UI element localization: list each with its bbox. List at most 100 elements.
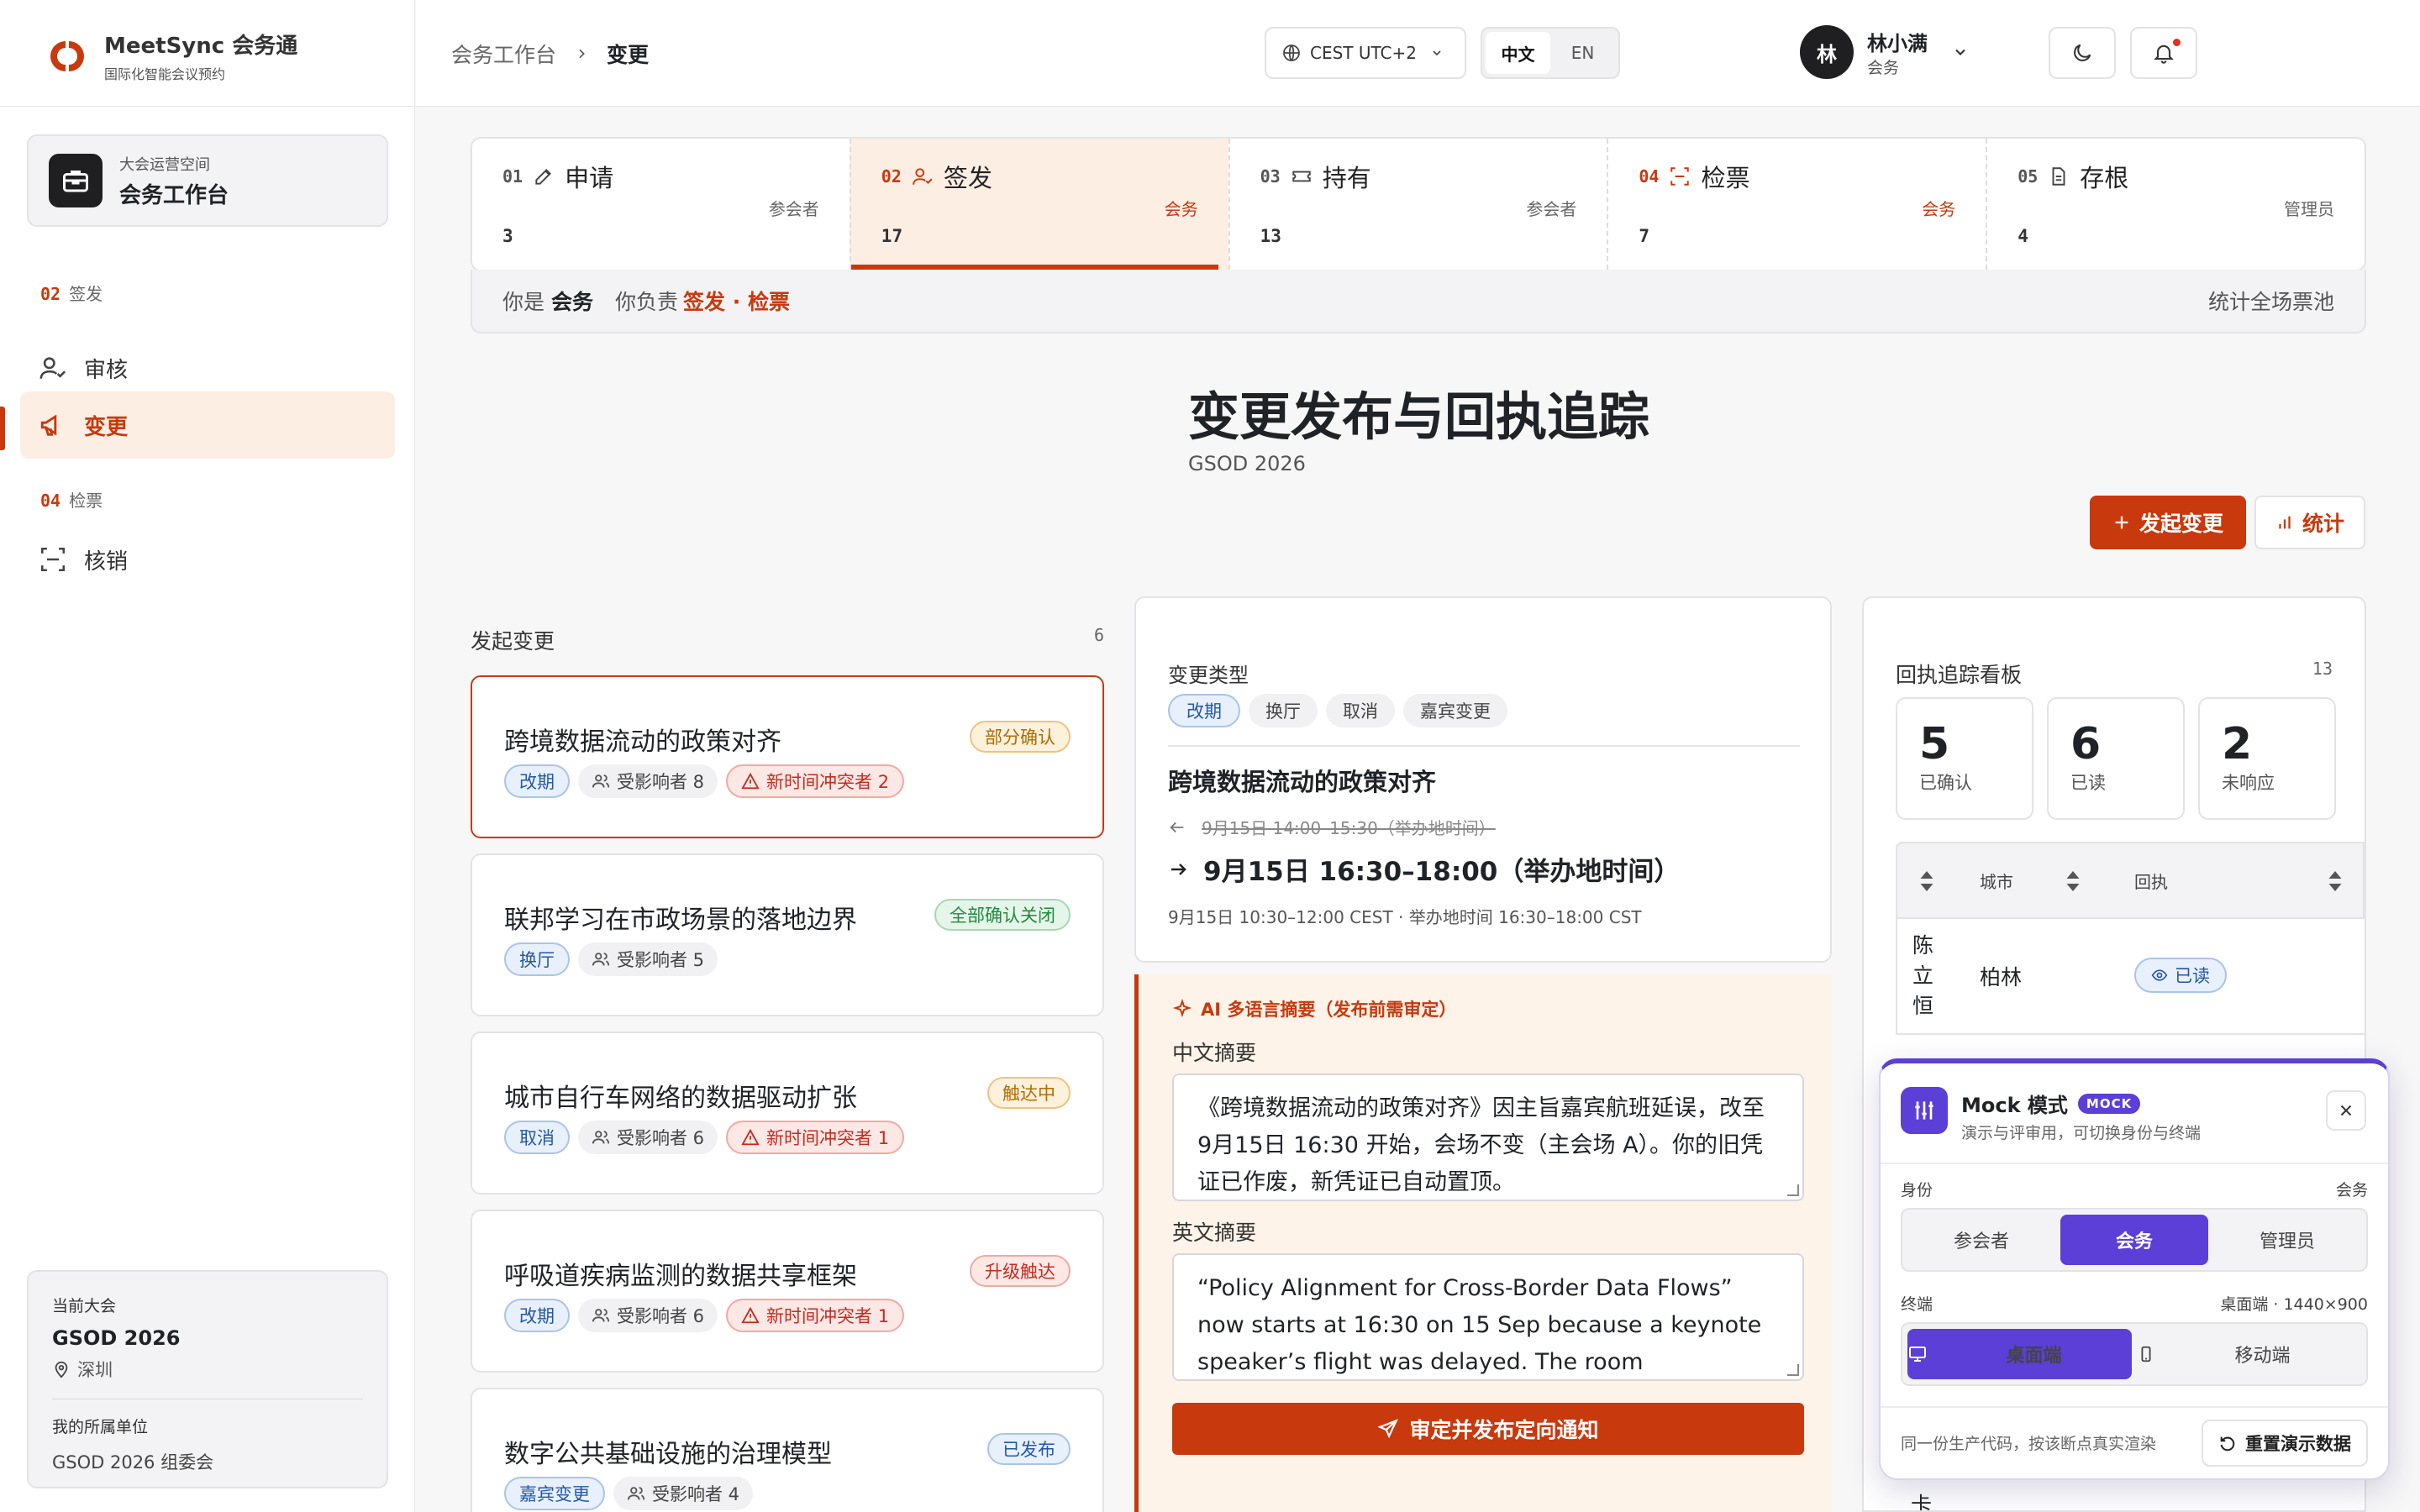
receipt-badge: 已读 <box>2134 958 2227 993</box>
duties-value: 签发 · 检票 <box>683 290 790 314</box>
ai-summary-panel: AI 多语言摘要（发布前需审定） 中文摘要 《跨境数据流动的政策对齐》因主旨嘉宾… <box>1134 974 1832 1512</box>
status-badge: 全部确认关闭 <box>934 899 1071 931</box>
sidebar-item-verify[interactable]: 核销 <box>20 526 395 593</box>
map-pin-icon <box>52 1360 71 1378</box>
theme-toggle-button[interactable] <box>2049 27 2116 79</box>
reset-demo-button[interactable]: 重置演示数据 <box>2202 1420 2368 1467</box>
divider <box>1881 1406 2388 1408</box>
sort-icon[interactable] <box>2328 869 2343 894</box>
affected-tag: 受影响者 4 <box>613 1477 754 1510</box>
start-change-button[interactable]: 发起变更 <box>2090 496 2246 549</box>
breadcrumb-workbench[interactable]: 会务工作台 <box>451 39 556 69</box>
identity-switch: 参会者 会务 管理员 <box>1901 1208 2368 1272</box>
users-icon <box>592 774 610 788</box>
lang-en-option[interactable]: EN <box>1550 32 1615 74</box>
sliders-icon <box>1901 1087 1948 1134</box>
timezone-select[interactable]: CEST UTC+2 <box>1265 27 1466 79</box>
eye-icon <box>2151 969 2168 981</box>
status-badge: 升级触达 <box>970 1255 1071 1287</box>
type-chip-room-change[interactable]: 换厅 <box>1249 694 1318 727</box>
sidebar-item-label: 核销 <box>84 549 129 575</box>
user-name[interactable]: 林小满 <box>1867 27 1928 56</box>
change-card[interactable]: 数字公共基础设施的治理模型 已发布 嘉宾变更 受影响者 4 <box>471 1388 1104 1512</box>
step-apply[interactable]: 01 申请 参会者 3 <box>472 139 850 270</box>
sidebar-item-change[interactable]: 变更 <box>20 391 395 459</box>
change-type-tag: 改期 <box>504 764 570 798</box>
stat-confirmed[interactable]: 5 已确认 <box>1896 697 2033 820</box>
board-header: 回执追踪看板 13 <box>1896 659 2333 689</box>
notification-dot <box>2173 39 2181 46</box>
step-hold[interactable]: 03 持有 参会者 13 <box>1228 139 1607 270</box>
stats-pool-link[interactable]: 统计全场票池 <box>2208 286 2334 316</box>
terminal-value: 桌面端 · 1440×900 <box>2220 1295 2368 1314</box>
sidebar-section-issue: 02 签发 <box>40 284 103 304</box>
list-count: 6 <box>1093 625 1104 645</box>
table-row[interactable]: 陈立恒 柏林 已读 <box>1896 917 2365 1035</box>
approve-publish-button[interactable]: 审定并发布定向通知 <box>1172 1403 1804 1455</box>
workflow-stepper: 01 申请 参会者 3 02 签发 会务 17 03 持有 参会者 13 04 … <box>471 137 2366 271</box>
stat-read[interactable]: 6 已读 <box>2047 697 2185 820</box>
sort-icon[interactable] <box>1919 869 1934 894</box>
avatar[interactable]: 林 <box>1800 25 1854 79</box>
scan-icon <box>1669 165 1691 187</box>
step-name: 检票 <box>1701 164 1750 192</box>
timezone-note: 9月15日 10:30–12:00 CEST · 举办地时间 16:30–18:… <box>1168 907 1642 927</box>
divider <box>1168 745 1800 747</box>
stats-button[interactable]: 统计 <box>2254 496 2365 549</box>
identity-staff[interactable]: 会务 <box>2060 1215 2208 1265</box>
step-checkin[interactable]: 04 检票 会务 7 <box>1607 139 1986 270</box>
responsibility-bar: 你是 会务 你负责 签发 · 检票 统计全场票池 <box>471 270 2366 333</box>
identity-admin[interactable]: 管理员 <box>2213 1215 2361 1265</box>
change-card[interactable]: 跨境数据流动的政策对齐 部分确认 改期 受影响者 8 新时间冲突者 2 <box>471 675 1104 838</box>
bell-icon <box>2152 41 2175 65</box>
close-button[interactable] <box>2326 1090 2366 1131</box>
notifications-button[interactable] <box>2130 27 2197 79</box>
change-type-label: 变更类型 <box>1168 664 1249 687</box>
zh-summary-textarea[interactable]: 《跨境数据流动的政策对齐》因主旨嘉宾航班延误，改至 9月15日 16:30 开始… <box>1172 1074 1804 1201</box>
terminal-mobile[interactable]: 移动端 <box>2137 1329 2361 1379</box>
stat-no-response[interactable]: 2 未响应 <box>2198 697 2336 820</box>
change-card[interactable]: 城市自行车网络的数据驱动扩张 触达中 取消 受影响者 6 新时间冲突者 1 <box>471 1032 1104 1194</box>
users-icon <box>592 1131 610 1144</box>
step-archive[interactable]: 05 存根 管理员 4 <box>1986 139 2365 270</box>
step-role: 会务 <box>1922 199 1956 219</box>
column-city[interactable]: 城市 <box>1980 869 2013 893</box>
users-icon <box>592 953 610 966</box>
board-count: 13 <box>2312 659 2333 679</box>
workspace-switcher[interactable]: 大会运营空间 会务工作台 <box>27 134 388 227</box>
change-card[interactable]: 呼吸道疾病监测的数据共享框架 升级触达 改期 受影响者 6 新时间冲突者 1 <box>471 1210 1104 1373</box>
logo-icon <box>47 36 87 76</box>
sort-icon[interactable] <box>2065 869 2081 894</box>
resize-handle[interactable] <box>1787 1184 1799 1196</box>
resize-handle[interactable] <box>1787 1364 1799 1376</box>
briefcase-icon <box>49 154 103 207</box>
identity-attendee[interactable]: 参会者 <box>1907 1215 2055 1265</box>
column-receipt[interactable]: 回执 <box>2134 869 2168 893</box>
terminal-desktop[interactable]: 桌面端 <box>1907 1329 2132 1379</box>
top-bar: 会务工作台 变更 CEST UTC+2 中文 EN 林 林小满 会务 <box>416 0 2420 107</box>
change-detail-panel: 变更类型 改期 换厅 取消 嘉宾变更 跨境数据流动的政策对齐 9月15日 14:… <box>1134 596 1832 963</box>
lang-zh-option[interactable]: 中文 <box>1486 32 1550 74</box>
megaphone-icon <box>39 411 67 439</box>
list-heading: 发起变更 <box>471 629 555 654</box>
change-type-tag: 改期 <box>504 1299 570 1332</box>
page-subtitle: GSOD 2026 <box>1188 452 1306 475</box>
send-icon <box>1377 1419 1399 1439</box>
role-prefix: 你是 <box>502 290 545 314</box>
en-summary-textarea[interactable]: “Policy Alignment for Cross-Border Data … <box>1172 1253 1804 1381</box>
step-name: 申请 <box>565 164 614 192</box>
button-label: 发起变更 <box>2139 512 2223 536</box>
users-icon <box>627 1487 645 1500</box>
ai-heading: AI 多语言摘要（发布前需审定） <box>1172 996 1456 1021</box>
type-chip-cancel[interactable]: 取消 <box>1326 694 1395 727</box>
current-label: 当前大会 <box>52 1297 117 1315</box>
brand-logo[interactable]: MeetSync 会务通 国际化智能会议预约 <box>47 29 297 83</box>
conference-location: 深圳 <box>52 1357 363 1382</box>
unit-name: GSOD 2026 组委会 <box>52 1452 214 1473</box>
step-issue[interactable]: 02 签发 会务 17 <box>849 139 1228 270</box>
type-chip-speaker-change[interactable]: 嘉宾变更 <box>1403 694 1507 727</box>
chevron-down-icon[interactable] <box>1952 44 1969 60</box>
type-chip-reschedule[interactable]: 改期 <box>1168 694 1240 727</box>
change-card[interactable]: 联邦学习在市政场景的落地边界 全部确认关闭 换厅 受影响者 5 <box>471 853 1104 1016</box>
sparkle-icon <box>1172 999 1192 1018</box>
